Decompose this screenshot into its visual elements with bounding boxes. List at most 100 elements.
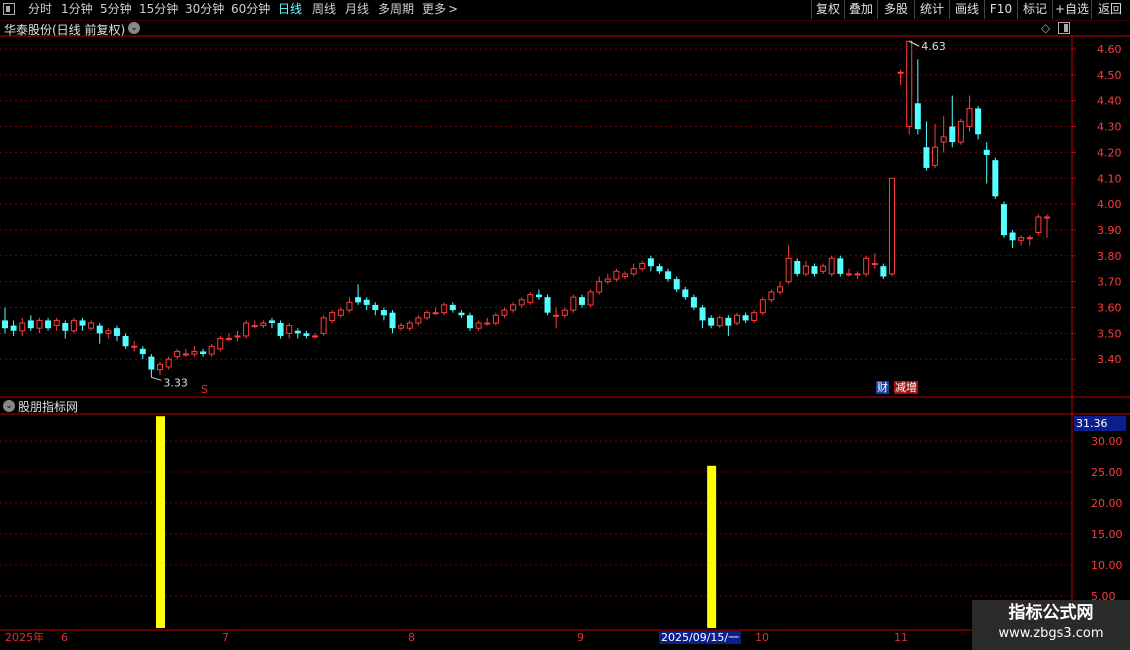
candle-body [441,304,448,314]
indicator-tick-label: 20.00 [1091,497,1123,510]
candle-body [105,330,112,334]
candle-body [36,319,43,329]
candle-body [337,309,344,316]
indicator-tick-label: 15.00 [1091,528,1123,541]
candle-body [492,314,499,324]
low-pointer [151,376,162,381]
indicator-current-value: 31.36 [1074,416,1126,431]
candle-body [708,317,715,326]
candle-body [251,325,258,328]
candle-body [880,266,887,277]
candle-body [518,299,525,306]
candle-body [665,271,672,280]
x-label-month-11: 11 [894,631,908,644]
x-label-year: 2025年 [5,631,44,644]
candle-body [1018,237,1025,241]
price-tick-label: 3.60 [1097,302,1122,315]
watermark-url: www.zbgs3.com [998,626,1104,641]
kline-chart[interactable]: 4.63 3.33 3.40 3.50 3.60 3.70 3.80 3.90 4.00 4.1… [0,0,1130,650]
candle-body [131,345,138,348]
candle-body [234,335,241,338]
candle-body [742,315,749,321]
candle-body [1009,232,1016,241]
candle-body [570,296,577,311]
indicator-tick-label: 30.00 [1091,435,1123,448]
candle-body [983,149,990,155]
candle-body [914,103,921,130]
candle-body [759,299,766,314]
candle-body [1026,237,1033,240]
candle-body [165,358,172,368]
x-label-month-8: 8 [408,631,415,644]
price-tick-label: 3.90 [1097,224,1122,237]
candle-body [906,40,913,128]
x-label-month-7: 7 [222,631,229,644]
candle-body [268,320,275,324]
candle-body [630,268,637,275]
candle-body [716,317,723,327]
candle-body [897,71,904,74]
signal-s-marker[interactable]: S [201,383,208,396]
candle-body [406,322,413,329]
candle-body [217,338,224,350]
indicator-title[interactable]: 股朋指标网 [18,398,78,415]
price-tick-label: 4.40 [1097,95,1122,108]
candle-body [578,297,585,305]
candle-body [975,108,982,135]
candle-body [1000,204,1007,236]
candle-body [932,146,939,166]
candle-body [501,309,508,316]
candle-body [200,351,207,355]
candle-body [415,317,422,324]
candle-body [751,312,758,321]
date-axis: 2025年 6 7 8 9 10 11 [0,631,1130,650]
price-tick-label: 4.10 [1097,172,1122,185]
candle-body [725,317,732,326]
candle-body [458,312,465,316]
candle-body [820,265,827,272]
candle-body [871,263,878,266]
candle-body [191,350,198,355]
candle-body [346,301,353,311]
candle-body [88,322,95,329]
finance-badge[interactable]: 财 [876,381,889,394]
candle-body [604,278,611,283]
price-tick-label: 3.80 [1097,250,1122,263]
candle-body [647,258,654,267]
watermark-title: 指标公式网 [1008,603,1094,623]
candle-body [992,160,999,197]
candle-body [923,147,930,168]
candle-body [656,266,663,272]
candle-body [484,322,491,325]
candle-body [828,257,835,275]
x-label-month-9: 9 [577,631,584,644]
candle-body [294,330,301,334]
candle-body [587,291,594,306]
candle-body [527,294,534,303]
candle-body [372,304,379,311]
price-tick-label: 4.60 [1097,43,1122,56]
holding-change-badge[interactable]: 减增 [894,381,918,394]
cursor-date: 2025/09/15/一 [659,631,742,644]
x-label-month-6: 6 [61,631,68,644]
candle-body [733,314,740,324]
watermark: 指标公式网 www.zbgs3.com [972,600,1130,650]
candle-body [19,322,26,332]
candle-body [363,299,370,305]
price-tick-label: 3.50 [1097,327,1122,340]
candle-body [888,177,895,275]
candle-body [449,304,456,311]
candle-body [157,363,164,371]
candle-body [286,325,293,334]
candle-body [182,353,189,356]
indicator-collapse-icon[interactable]: ⌄ [3,400,15,412]
candle-body [544,297,551,313]
candle-body [785,257,792,283]
candle-body [957,120,964,143]
candle-body [2,320,8,329]
candle-body [355,297,362,303]
candle-body [27,320,34,329]
candle-body [673,279,680,290]
indicator-bar [707,465,717,628]
high-label: 4.63 [921,40,946,53]
